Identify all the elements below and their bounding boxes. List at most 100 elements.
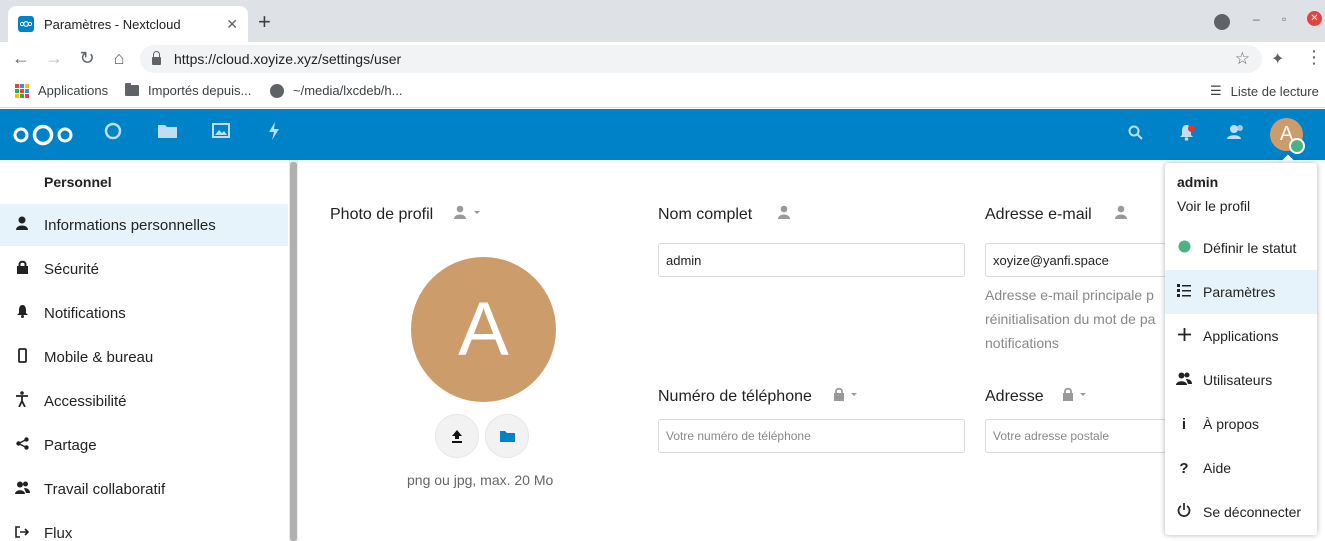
close-window-icon[interactable]: ✕ (1307, 11, 1322, 26)
menu-item-settings[interactable]: Paramètres (1165, 270, 1317, 314)
menu-username: admin (1177, 174, 1219, 190)
sidebar-item-flux[interactable]: Flux (0, 512, 288, 541)
user-icon (0, 216, 44, 234)
sidebar-item-personal-info[interactable]: Informations personnelles (0, 204, 288, 246)
back-icon[interactable]: ← (10, 48, 32, 69)
activity-icon[interactable] (268, 122, 280, 145)
menu-item-about[interactable]: i À propos (1165, 402, 1317, 446)
menu-item-apps[interactable]: Applications (1165, 314, 1317, 358)
browser-tab[interactable]: Paramètres - Nextcloud ✕ (8, 6, 248, 42)
reload-icon[interactable]: ↻ (76, 48, 98, 69)
home-icon[interactable]: ⌂ (108, 48, 130, 69)
sidebar-item-label: Notifications (44, 304, 126, 322)
sidebar-item-security[interactable]: Sécurité (0, 248, 288, 290)
email-visibility-icon[interactable] (1114, 205, 1128, 222)
sidebar-item-groupware[interactable]: Travail collaboratif (0, 468, 288, 510)
nextcloud-favicon-icon (18, 16, 34, 32)
email-help-line: Adresse e-mail principale p (985, 287, 1154, 303)
menu-item-set-status[interactable]: Définir le statut (1165, 226, 1317, 270)
nextcloud-header (0, 109, 1325, 160)
view-profile-link[interactable]: Voir le profil (1177, 198, 1250, 214)
sidebar-item-label: Sécurité (44, 260, 100, 278)
search-icon[interactable] (1128, 124, 1143, 145)
menu-item-logout[interactable]: Se déconnecter (1165, 490, 1317, 534)
settings-list-icon (1165, 283, 1203, 301)
email-help-line: notifications (985, 335, 1059, 351)
power-icon (1165, 503, 1203, 521)
profile-dropdown-icon[interactable] (1214, 14, 1230, 30)
minimize-icon[interactable]: – (1253, 12, 1260, 26)
fullname-visibility-icon[interactable] (777, 205, 791, 222)
menu-item-label: Définir le statut (1203, 240, 1297, 256)
plus-icon (1165, 327, 1203, 345)
tab-close-icon[interactable]: ✕ (226, 16, 238, 33)
notification-badge (1188, 125, 1195, 132)
photo-format-hint: png ou jpg, max. 20 Mo (407, 472, 554, 488)
extensions-icon[interactable]: ✦ (1271, 49, 1284, 69)
address-visibility-dropdown-icon[interactable] (1062, 387, 1090, 404)
reading-list-label: Liste de lecture (1230, 83, 1319, 99)
menu-item-users[interactable]: Utilisateurs (1165, 358, 1317, 402)
visibility-dropdown-icon[interactable] (453, 205, 483, 222)
menu-item-label: Aide (1203, 460, 1232, 476)
email-help-line: réinitialisation du mot de pa (985, 311, 1156, 327)
files-icon[interactable] (158, 122, 177, 143)
menu-item-help[interactable]: ? Aide (1165, 446, 1317, 490)
tab-title: Paramètres - Nextcloud (44, 16, 181, 32)
sidebar-item-accessibility[interactable]: Accessibilité (0, 380, 288, 422)
nextcloud-logo-icon[interactable] (12, 124, 74, 146)
bookmark-imported[interactable]: Importés depuis... (125, 83, 251, 98)
bookmark-label: Applications (38, 83, 109, 98)
profile-avatar: A (411, 257, 556, 402)
users-icon (1165, 372, 1203, 389)
status-dot-icon (1165, 240, 1203, 257)
phone-field[interactable]: Votre numéro de téléphone (658, 419, 965, 453)
sidebar-item-label: Accessibilité (44, 392, 127, 410)
menu-item-label: Se déconnecter (1203, 504, 1302, 520)
dashboard-icon[interactable] (104, 122, 122, 145)
address-field[interactable]: Votre adresse postale (985, 419, 1175, 453)
lock-icon (152, 51, 161, 65)
fullname-field[interactable]: admin (658, 243, 965, 277)
info-icon: i (1181, 415, 1187, 433)
upload-avatar-button[interactable] (435, 414, 479, 458)
sidebar-item-sharing[interactable]: Partage (0, 424, 288, 466)
group-icon (0, 481, 44, 498)
phone-title: Numéro de téléphone (658, 388, 812, 405)
sidebar-item-label: Flux (44, 524, 73, 541)
bookmark-applications[interactable]: Applications (15, 83, 108, 98)
address-bar[interactable]: https://cloud.xoyize.xyz/settings/user ☆ (140, 45, 1262, 73)
upload-icon (452, 430, 462, 443)
browser-tabstrip: Paramètres - Nextcloud ✕ + – ▫ ✕ (0, 0, 1325, 42)
forward-icon[interactable]: → (43, 48, 65, 69)
contacts-icon[interactable] (1227, 124, 1246, 145)
sidebar-item-label: Travail collaboratif (44, 480, 166, 498)
new-tab-icon[interactable]: + (258, 10, 271, 34)
share-icon (0, 436, 44, 454)
phone-visibility-dropdown-icon[interactable] (833, 387, 861, 404)
sidebar-item-label: Partage (44, 436, 97, 454)
address-title: Adresse (985, 388, 1044, 405)
profile-photo-title: Photo de profil (330, 206, 434, 223)
bookmark-star-icon[interactable]: ☆ (1235, 49, 1250, 69)
email-title: Adresse e-mail (985, 206, 1092, 223)
sidebar-item-notifications[interactable]: Notifications (0, 292, 288, 334)
online-status-icon (1289, 138, 1305, 154)
browser-toolbar: ← → ↻ ⌂ https://cloud.xoyize.xyz/setting… (0, 42, 1325, 76)
email-help-text: Adresse e-mail principale p réinitialisa… (985, 283, 1175, 355)
bookmark-label: Importés depuis... (148, 83, 252, 98)
maximize-icon[interactable]: ▫ (1282, 12, 1286, 26)
menu-item-label: Paramètres (1203, 284, 1276, 300)
photos-icon[interactable] (212, 122, 230, 143)
choose-avatar-button[interactable] (485, 414, 529, 458)
sidebar-item-label: Informations personnelles (44, 216, 216, 234)
sidebar-item-mobile[interactable]: Mobile & bureau (0, 336, 288, 378)
help-icon: ? (1179, 459, 1189, 477)
sidebar-caption: Personnel (44, 174, 112, 190)
sidebar-scrollbar[interactable] (289, 160, 298, 541)
browser-menu-icon[interactable]: ⋮ (1305, 47, 1323, 68)
reading-list[interactable]: ☰ Liste de lecture (1210, 83, 1319, 99)
email-field[interactable]: xoyize@yanfi.space (985, 243, 1175, 277)
folder-icon (125, 83, 139, 96)
bookmark-media[interactable]: ~/media/lxcdeb/h... (270, 83, 402, 98)
